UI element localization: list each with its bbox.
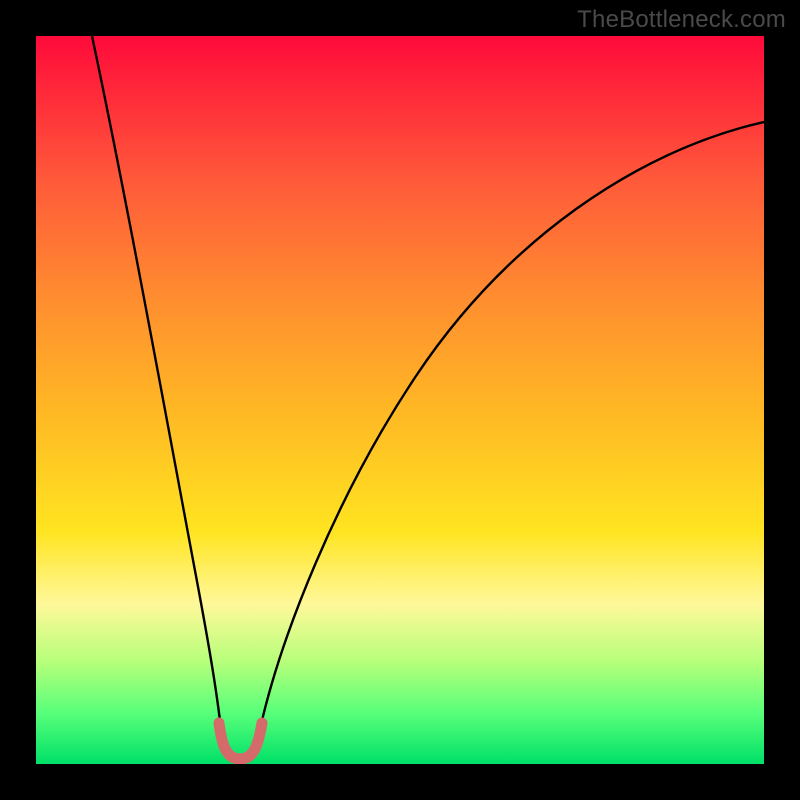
curve-left <box>92 36 221 729</box>
watermark-text: TheBottleneck.com <box>577 6 786 34</box>
plot-area <box>36 36 764 764</box>
chart-frame: TheBottleneck.com <box>0 0 800 800</box>
chart-svg <box>36 36 764 764</box>
valley-marker <box>219 723 262 759</box>
curve-right <box>260 122 764 729</box>
